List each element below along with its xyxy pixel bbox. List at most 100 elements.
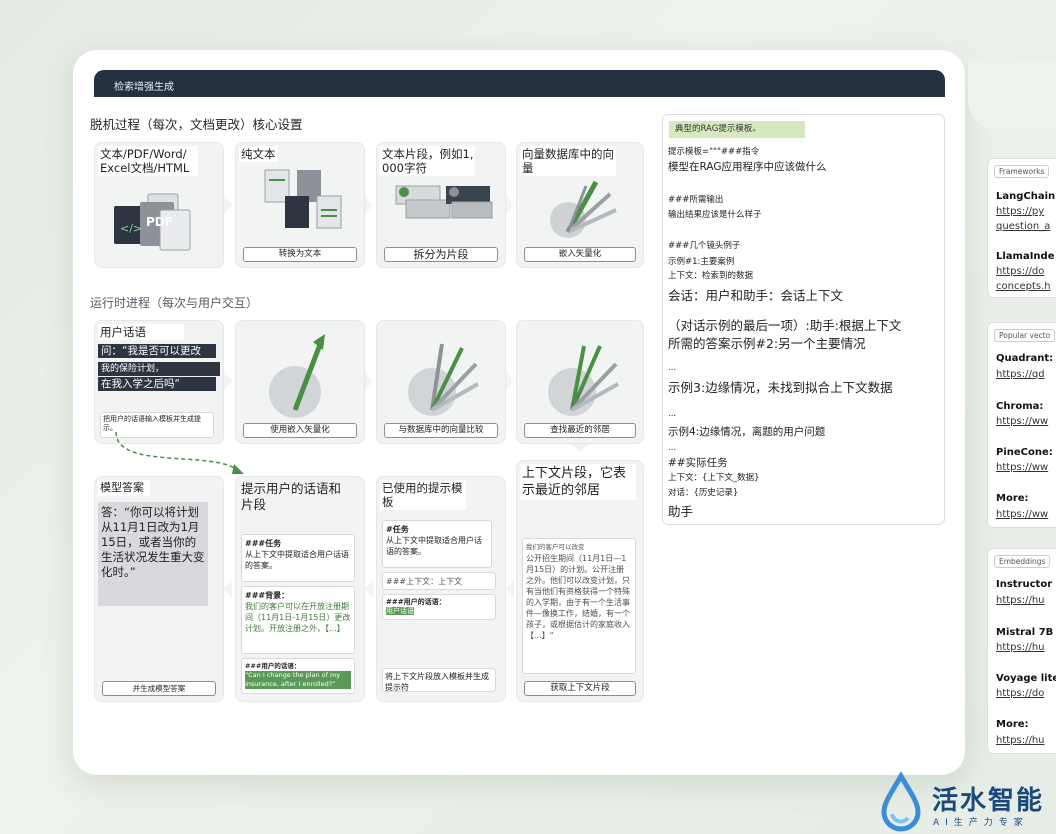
dashed-connector — [115, 431, 244, 474]
template-instruction-box: 将上下文片段放入模板并生成提示符 — [382, 668, 496, 692]
template-line: 会话：用户和助手：会话上下文 — [668, 288, 844, 303]
find-nearest-button[interactable]: 查找最近的邻居 — [524, 423, 636, 438]
context-text: 公开招生期间（11月1日—1月15日）的计划。公开注册之外。他们可以改变计划，只… — [526, 554, 630, 640]
vectors-icon — [550, 180, 617, 238]
runtime-section-title: 运行时进程（每次与用户交互） — [90, 296, 259, 310]
model-answer-text: 答：“你可以将计划从11月1日改为1月15日，或者当你的生活状况发生重大变化时。… — [98, 502, 208, 606]
embedding-name: More: — [996, 719, 1029, 730]
header-bar: 检索增强生成 — [94, 70, 945, 97]
embedding-name: Mistral 7B — [996, 627, 1054, 638]
template-context-box: ###上下文：上下文 — [382, 572, 496, 590]
vector-db-name: Quadrant: — [996, 353, 1054, 364]
runtime-step-nearest: 查找最近的邻居 — [516, 320, 644, 444]
framework-link[interactable]: concepts.h — [996, 281, 1051, 292]
generate-answer-button[interactable]: 并生成模型答案 — [102, 681, 216, 696]
step-label: 向量数据库中的向 量 — [520, 146, 616, 176]
flow-arrow — [506, 372, 514, 390]
template-line: 示例3:边缘情况，未找到拟合上下文数据 — [668, 380, 893, 395]
vector-db-link[interactable]: https://ww — [996, 509, 1048, 520]
model-answer-label: 模型答案 — [98, 480, 150, 496]
framework-link[interactable]: https://do — [996, 266, 1044, 277]
vector-db-link[interactable]: https://qd — [996, 369, 1045, 380]
prompt-task-box: ###任务 从上下文中提取适合用户话语的答案。 — [241, 534, 355, 582]
template-panel: 已使用的提示模板 #任务 从上下文中提取适合用户话语的答案。 ###上下文：上下… — [376, 476, 506, 702]
vector-db-link[interactable]: https://ww — [996, 416, 1048, 427]
water-drop-logo-icon — [881, 772, 921, 832]
template-line: ###所需输出 — [668, 195, 724, 205]
user-query-line: 在我入学之后吗“ — [98, 377, 216, 391]
compare-db-vectors-button[interactable]: 与数据库中的向量比较 — [384, 423, 498, 438]
frameworks-tag: Frameworks — [994, 165, 1050, 178]
step-label: 文本片段，例如1, 000字符 — [380, 146, 476, 176]
step-label: 文本/PDF/Word/ Excel文档/HTML — [98, 146, 198, 176]
fetch-context-button[interactable]: 获取上下文片段 — [524, 681, 636, 696]
step-label: 纯文本 — [239, 146, 278, 162]
offline-step-plain-text: 纯文本 转换为文本 — [235, 142, 365, 268]
task-text: 从上下文中提取适合用户话语的答案。 — [386, 536, 482, 556]
vector-db-name: Chroma: — [996, 401, 1044, 412]
template-line: ###几个镜头例子 — [668, 241, 741, 251]
flow-arrow-down — [571, 444, 589, 452]
template-line: ##实际任务 — [668, 457, 728, 469]
text-chunks-icon — [395, 185, 493, 219]
embeddings-tag: Embeddings — [994, 555, 1051, 568]
template-line: 对话：{历史记录} — [668, 488, 739, 498]
flow-arrow-left — [506, 580, 514, 598]
vector-db-link[interactable]: https://ww — [996, 462, 1048, 473]
background-title: ###背景： — [245, 591, 290, 600]
frameworks-card: Frameworks LangChain https://py question… — [987, 158, 1056, 298]
offline-step-vectors: 向量数据库中的向 量 嵌入矢量化 — [516, 142, 644, 268]
embed-vector-icon — [269, 334, 325, 418]
code-icon-text: </> — [120, 222, 142, 235]
template-line: 助手 — [668, 504, 694, 519]
template-line: 上下文：{上下文_数据} — [668, 473, 760, 483]
vector-db-name: More: — [996, 493, 1029, 504]
user-query-label: 用户话语 — [98, 324, 184, 340]
task-title: #任务 — [386, 525, 409, 534]
task-title: ###任务 — [245, 539, 282, 548]
template-user-box: ###用户的话语： 用户话语 — [382, 594, 496, 620]
model-answer-panel: 模型答案 答：“你可以将计划从11月1日改为1月15日，或者当你的生活状况发生重… — [94, 476, 224, 702]
brand-tagline: AI生产力专家 — [933, 818, 1029, 828]
flow-arrow — [365, 372, 373, 390]
flow-arrow — [506, 196, 514, 214]
embedding-link[interactable]: https://hu — [996, 735, 1045, 746]
context-panel: 上下文片段，它表示最近的邻居 我们的客户可以改变 公开招生期间（11月1日—1月… — [516, 460, 644, 702]
embedding-link[interactable]: https://hu — [996, 595, 1045, 606]
offline-step-documents: 文本/PDF/Word/ Excel文档/HTML </> PDF — [94, 142, 224, 268]
text-files-icon — [264, 169, 342, 229]
embedding-name: Instructor — [996, 579, 1053, 590]
context-panel-label: 上下文片段，它表示最近的邻居 — [520, 464, 636, 500]
user-highlight: 用户话语 — [386, 607, 414, 615]
runtime-step-compare: 与数据库中的向量比较 — [376, 320, 506, 444]
corner-decoration — [968, 60, 1056, 130]
split-chunks-button[interactable]: 拆分为片段 — [384, 247, 498, 262]
template-line: ... — [668, 409, 677, 419]
vector-db-name: PineCone: — [996, 447, 1053, 458]
embedding-link[interactable]: https://do — [996, 688, 1044, 699]
context-head: 我们的客户可以改变 — [526, 543, 585, 551]
template-line: 提示模板="""###指令 — [668, 147, 760, 157]
template-line: 输出结果应该是什么样子 — [668, 210, 762, 220]
template-line: 示例4:边缘情况，离题的用户问题 — [668, 426, 826, 438]
offline-step-chunks: 文本片段，例如1, 000字符 拆分为片段 — [376, 142, 506, 268]
user-title: ###用户的话语： — [386, 598, 446, 606]
template-line: 上下文：检索到的数据 — [668, 271, 754, 281]
flow-arrow — [224, 372, 232, 390]
use-embedding-button[interactable]: 使用嵌入矢量化 — [243, 423, 357, 438]
flow-arrow-left — [365, 580, 373, 598]
framework-link[interactable]: question_a — [996, 221, 1050, 232]
embed-vectorize-button[interactable]: 嵌入矢量化 — [524, 247, 636, 262]
framework-name: LlamaInde — [996, 251, 1055, 262]
framework-link[interactable]: https://py — [996, 206, 1044, 217]
convert-to-text-button[interactable]: 转换为文本 — [243, 247, 357, 262]
runtime-step-user-query: 用户话语 问：“我是否可以更改 我的保险计划， 在我入学之后吗“ 把用户的话语输… — [94, 320, 224, 444]
embedding-link[interactable]: https://hu — [996, 642, 1045, 653]
user-query-line: 问：“我是否可以更改 — [98, 344, 216, 358]
offline-section-title: 脱机过程（每次，文档更改）核心设置 — [90, 117, 303, 132]
prompt-panel-label: 提示用户的话语和片段 — [241, 481, 342, 512]
background-text: 我们的客户可以在开放注册期间（11月1日-1月15日）更改计划。开放注册之外，【… — [245, 602, 351, 633]
prompt-panel: 提示用户的话语和片段 ###任务 从上下文中提取适合用户话语的答案。 ###背景… — [235, 476, 365, 702]
template-task-box: #任务 从上下文中提取适合用户话语的答案。 — [382, 520, 492, 568]
documents-icon: </> PDF — [114, 193, 191, 251]
